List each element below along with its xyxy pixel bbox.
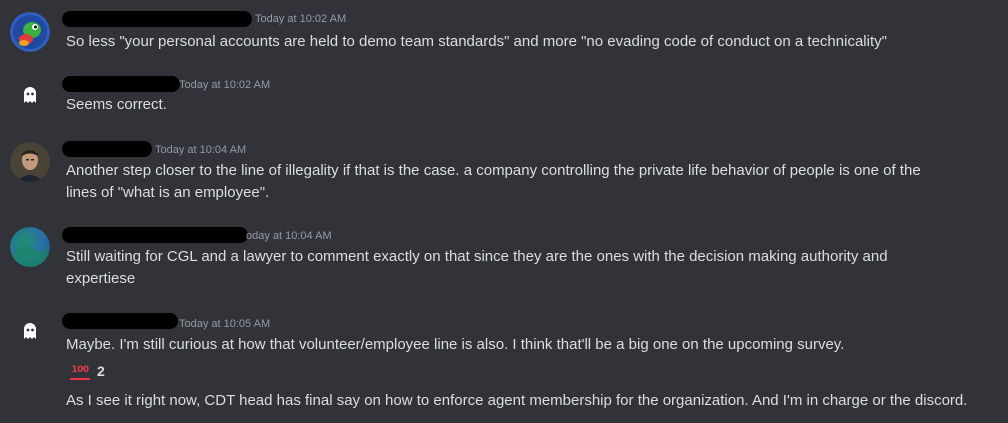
reaction-button[interactable]: 100 2 — [66, 359, 110, 383]
redacted-username[interactable] — [62, 11, 252, 27]
hundred-points-icon: 100 — [70, 362, 90, 380]
message-text: lines of "what is an employee". — [66, 184, 270, 201]
message-timestamp[interactable]: Today at 10:02 AM — [179, 79, 270, 91]
redacted-username[interactable] — [62, 227, 248, 243]
message-text: As I see it right now, CDT head has fina… — [66, 392, 968, 409]
redacted-username[interactable] — [62, 313, 178, 329]
user-avatar[interactable] — [10, 227, 50, 267]
message-text: Still waiting for CGL and a lawyer to co… — [66, 248, 888, 265]
ghost-icon — [24, 323, 36, 339]
message-text: Seems correct. — [66, 96, 167, 113]
user-avatar[interactable] — [10, 313, 50, 353]
user-avatar[interactable] — [10, 77, 50, 117]
chat-messages: Today at 10:02 AM So less "your personal… — [0, 0, 1008, 423]
message-text: expertiese — [66, 270, 136, 287]
reaction-count: 2 — [97, 363, 105, 379]
message-timestamp[interactable]: Today at 10:05 AM — [179, 318, 270, 330]
message-text: Another step closer to the line of illeg… — [66, 162, 921, 179]
message-timestamp[interactable]: Today at 10:04 AM — [155, 144, 246, 156]
user-avatar[interactable] — [10, 142, 50, 182]
message-text: So less "your personal accounts are held… — [66, 33, 887, 50]
message-timestamp[interactable]: oday at 10:04 AM — [246, 230, 332, 242]
user-avatar[interactable] — [10, 12, 50, 52]
redacted-username[interactable] — [62, 141, 152, 157]
ghost-icon — [24, 87, 36, 103]
redacted-username[interactable] — [62, 76, 180, 92]
message-text: Maybe. I'm still curious at how that vol… — [66, 336, 845, 353]
message-timestamp[interactable]: Today at 10:02 AM — [255, 13, 346, 25]
